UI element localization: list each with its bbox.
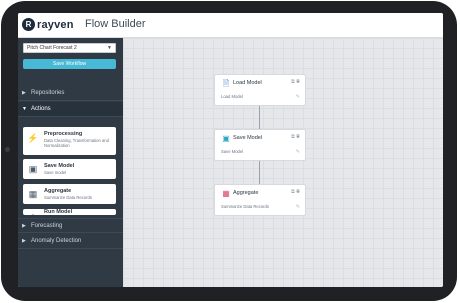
app-screen: R rayven Flow Builder Pitch Chart Foreca… <box>18 13 443 287</box>
action-card-run-model[interactable]: ● Run Model <box>23 209 116 215</box>
section-label: Actions <box>31 106 51 112</box>
save-model-icon: ▣ <box>28 164 38 174</box>
card-title: Run Model <box>44 209 73 215</box>
chevron-down-icon: ▼ <box>107 45 112 51</box>
node-save-model[interactable]: ▣ Save Model ⧉ ◉ Save Model ✎ <box>214 129 306 161</box>
card-desc: Summarize Data Records <box>44 195 92 200</box>
logo-text: rayven <box>37 18 74 31</box>
page-title: Flow Builder <box>85 18 146 30</box>
node-actions-icon[interactable]: ⧉ ◉ <box>291 134 300 140</box>
node-aggregate[interactable]: ▦ Aggregate ⧉ ◉ Summarize Data Records ✎ <box>214 184 306 216</box>
save-model-icon: ▣ <box>222 134 230 143</box>
section-actions[interactable]: ▼ Actions <box>18 102 123 117</box>
rayven-logo[interactable]: R rayven <box>22 18 74 31</box>
card-title: Aggregate <box>44 188 72 194</box>
sidebar: Pitch Chart Forecast 2 ▼ Save Workflow ▶… <box>18 38 123 287</box>
chevron-right-icon: ▶ <box>22 238 26 244</box>
edit-icon[interactable]: ✎ <box>296 94 300 100</box>
camera-dot <box>5 147 10 152</box>
node-actions-icon[interactable]: ⧉ ◉ <box>291 189 300 195</box>
section-label: Repositories <box>31 90 65 96</box>
edit-icon[interactable]: ✎ <box>296 149 300 155</box>
document-icon: 🗎 <box>222 79 230 88</box>
app-header: R rayven Flow Builder <box>18 13 443 38</box>
node-subtitle: Load Model <box>221 94 243 99</box>
node-title: Save Model <box>233 135 263 141</box>
run-icon: ● <box>27 210 39 215</box>
section-label: Forecasting <box>31 223 63 229</box>
chevron-right-icon: ▶ <box>22 90 26 96</box>
chevron-down-icon: ▼ <box>22 106 27 112</box>
save-workflow-button[interactable]: Save Workflow <box>23 59 116 69</box>
card-title: Preprocessing <box>44 131 83 137</box>
node-subtitle: Summarize Data Records <box>221 204 269 209</box>
node-subtitle: Save Model <box>221 149 244 154</box>
chevron-right-icon: ▶ <box>22 223 26 229</box>
node-actions-icon[interactable]: ⧉ ◉ <box>291 79 300 85</box>
tablet-frame: R rayven Flow Builder Pitch Chart Foreca… <box>1 1 457 301</box>
section-forecasting[interactable]: ▶ Forecasting <box>18 218 123 233</box>
card-desc: Save model <box>44 170 67 175</box>
table-icon: ▦ <box>222 189 230 198</box>
action-card-save-model[interactable]: ▣ Save Model Save model <box>23 159 116 179</box>
node-load-model[interactable]: 🗎 Load Model ⧉ ◉ Load Model ✎ <box>214 74 306 106</box>
action-card-preprocessing[interactable]: ⚡ Preprocessing Data Cleaning, Transform… <box>23 127 116 155</box>
section-anomaly-detection[interactable]: ▶ Anomaly Detection <box>18 234 123 249</box>
card-desc: Data Cleaning, Transformation and Normal… <box>44 138 109 148</box>
node-title: Load Model <box>233 80 262 86</box>
logo-mark: R <box>22 18 35 31</box>
action-card-aggregate[interactable]: ▦ Aggregate Summarize Data Records <box>23 184 116 204</box>
flow-select-value: Pitch Chart Forecast 2 <box>27 45 77 51</box>
table-icon: ▦ <box>28 189 38 199</box>
section-label: Anomaly Detection <box>31 238 82 244</box>
node-title: Aggregate <box>233 190 259 196</box>
card-title: Save Model <box>44 163 75 169</box>
lightning-icon: ⚡ <box>27 133 39 143</box>
edit-icon[interactable]: ✎ <box>296 204 300 210</box>
section-repositories[interactable]: ▶ Repositories <box>18 86 123 101</box>
flow-canvas[interactable]: 🗎 Load Model ⧉ ◉ Load Model ✎ ▣ Save Mod… <box>123 38 443 287</box>
flow-select[interactable]: Pitch Chart Forecast 2 ▼ <box>23 43 116 53</box>
